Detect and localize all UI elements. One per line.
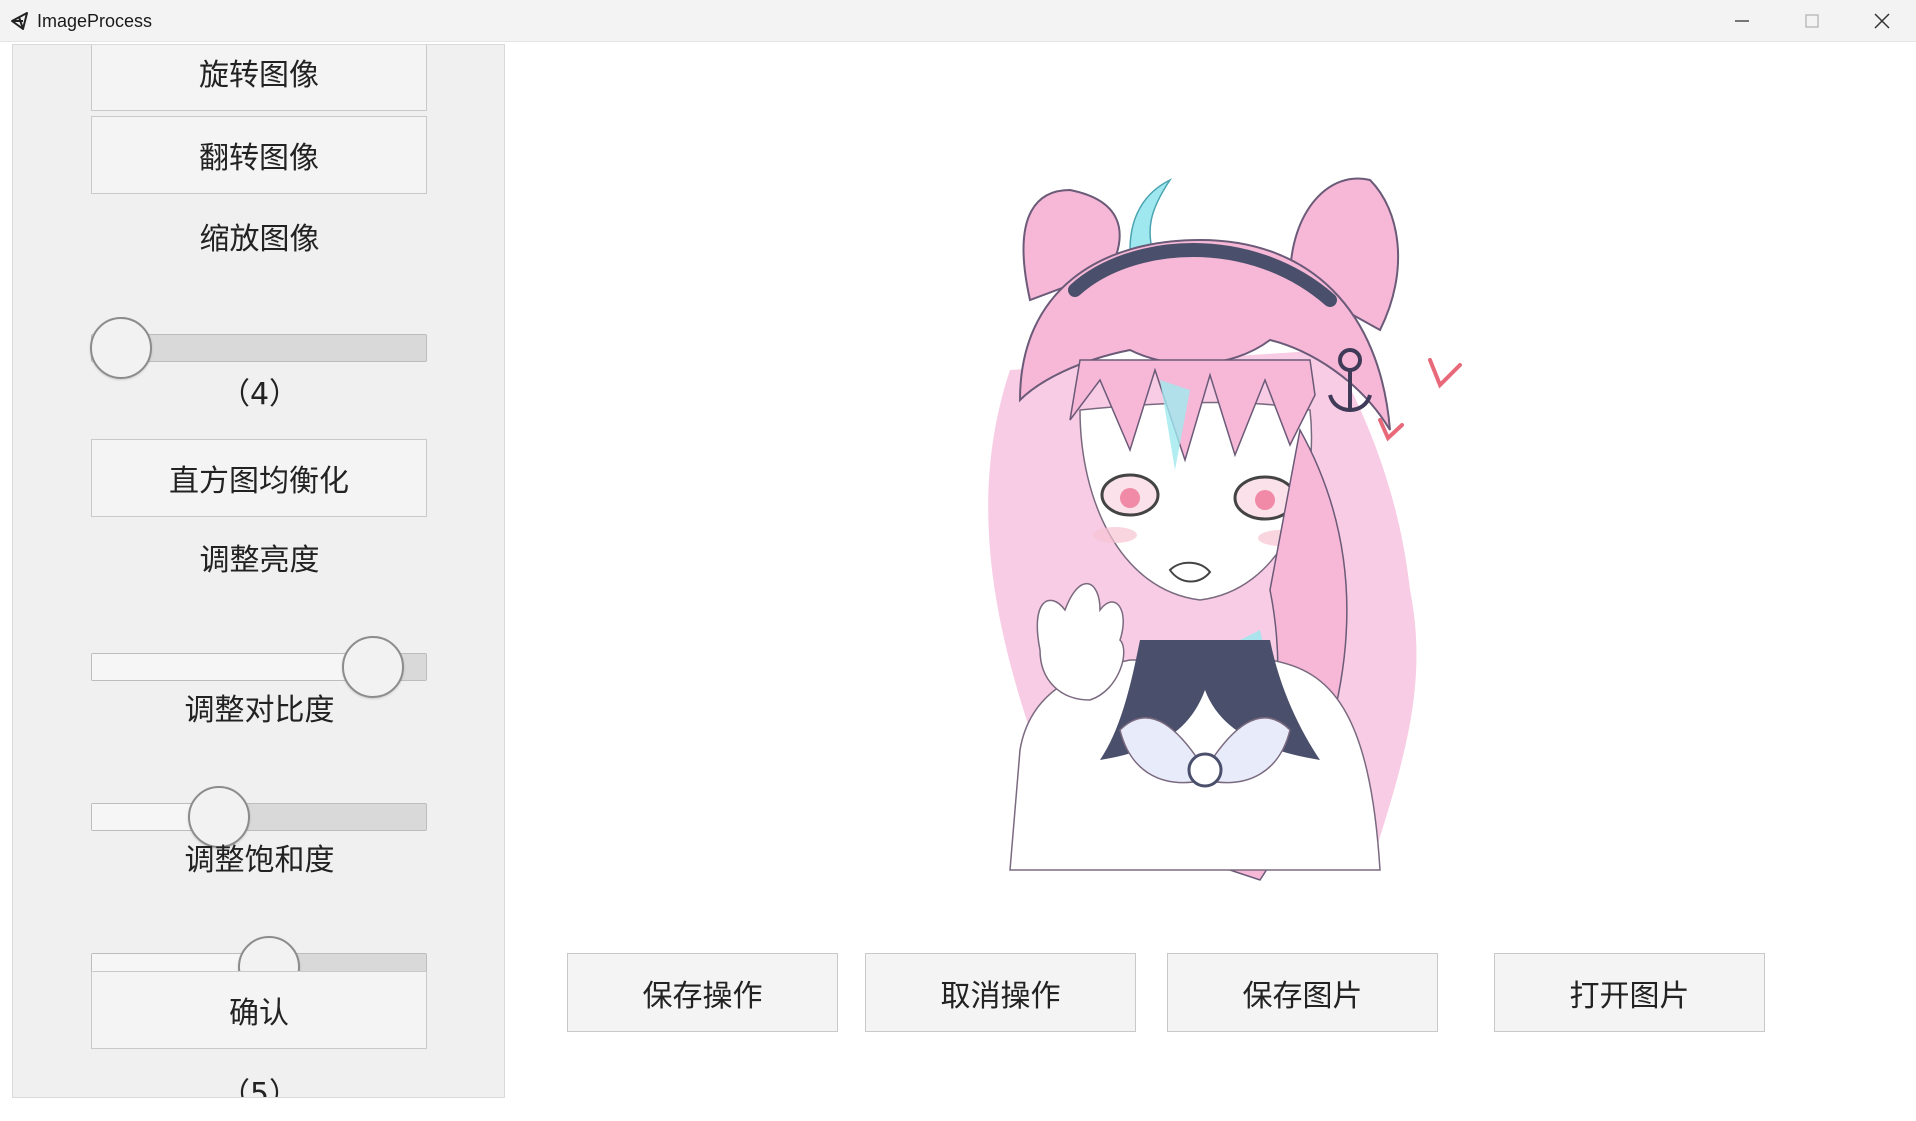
control-panel[interactable]: 旋转图像 翻转图像 缩放图像 （4） 直方图均衡化 调整亮度 调整对比度 调整饱… (12, 44, 505, 1098)
title-bar: ImageProcess (0, 0, 1916, 42)
slider-thumb[interactable] (90, 317, 153, 379)
save-operation-button[interactable]: 保存操作 (567, 953, 838, 1032)
brightness-slider[interactable] (91, 636, 427, 698)
brightness-label: 调整亮度 (199, 543, 320, 578)
cancel-operation-button[interactable]: 取消操作 (865, 953, 1136, 1032)
app-logo-icon (11, 12, 28, 30)
confirm-button[interactable]: 确认 (91, 971, 427, 1049)
scale-label: 缩放图像 (199, 222, 320, 257)
scale-note: （4） (219, 377, 300, 412)
minimize-button[interactable] (1708, 0, 1776, 42)
slider-thumb[interactable] (342, 636, 405, 698)
save-image-button[interactable]: 保存图片 (1167, 953, 1438, 1032)
image-preview (988, 177, 1462, 881)
open-image-button[interactable]: 打开图片 (1494, 953, 1765, 1032)
scale-slider[interactable] (90, 317, 427, 379)
close-button[interactable] (1848, 0, 1916, 42)
minimize-icon (1735, 20, 1749, 22)
window-title: ImageProcess (37, 11, 153, 31)
slider-track (91, 803, 427, 831)
contrast-label: 调整对比度 (184, 693, 335, 728)
close-icon (1874, 13, 1890, 29)
partial-note: （5） (219, 1077, 300, 1098)
saturation-label: 调整饱和度 (184, 843, 335, 878)
slider-thumb[interactable] (187, 786, 250, 848)
maximize-button[interactable] (1778, 0, 1846, 42)
slider-fill (92, 654, 376, 680)
histogram-equalization-button[interactable]: 直方图均衡化 (91, 439, 427, 517)
contrast-slider[interactable] (91, 786, 427, 848)
flip-image-button[interactable]: 翻转图像 (91, 116, 427, 194)
maximize-icon (1805, 14, 1819, 28)
rotate-image-button[interactable]: 旋转图像 (91, 45, 427, 111)
